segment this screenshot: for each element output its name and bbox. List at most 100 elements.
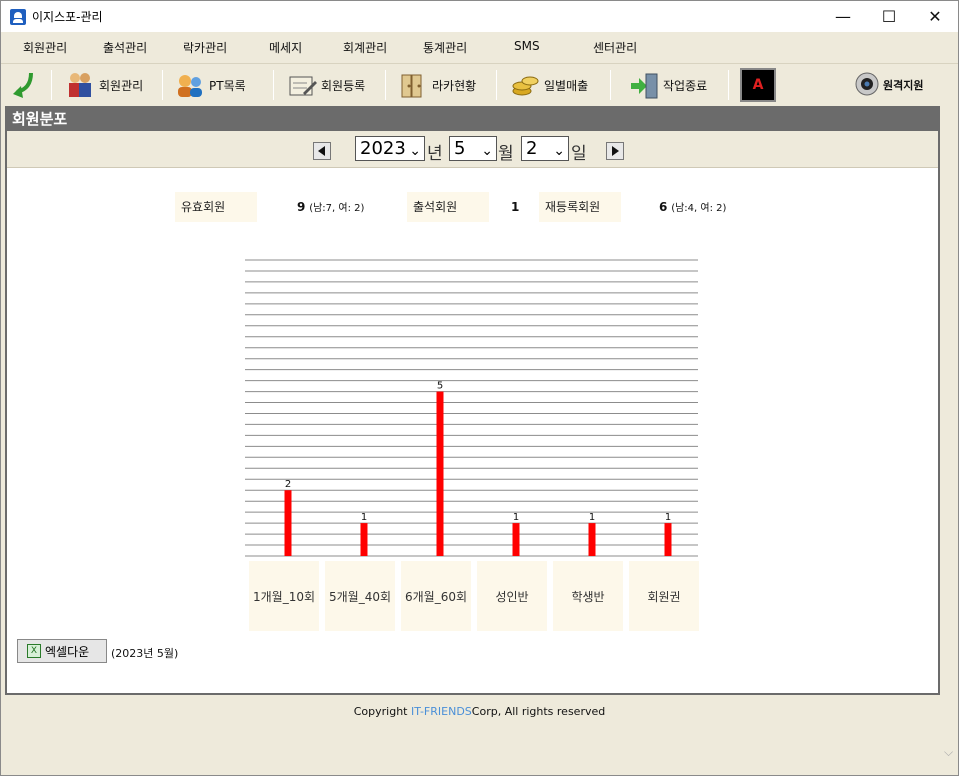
daily-sales-button-label: 일별매출 [544, 78, 589, 93]
category-label: 1개월_10회 [249, 561, 319, 631]
bar-value-label: 1 [513, 512, 519, 523]
day-unit: 일 [571, 144, 587, 164]
bar-value-label: 1 [589, 512, 595, 523]
minimize-button[interactable]: — [820, 1, 866, 32]
day-select[interactable]: 2 ⌄ [521, 136, 569, 161]
bar-value-label: 1 [361, 512, 367, 523]
menu-center[interactable]: 센터관리 [593, 39, 637, 56]
copyright-footer: Copyright IT-FRIENDSCorp, All rights res… [1, 705, 958, 718]
menu-statistics[interactable]: 통계관리 [423, 39, 467, 56]
bar-value-label: 5 [437, 381, 443, 392]
toolbar: 회원관리 PT목록 회원등록 라카현황 일별매출 작업종료 A 원격지원 [1, 63, 958, 105]
webcam-icon [855, 72, 879, 96]
a-badge-label: A [752, 77, 764, 93]
category-label: 성인반 [477, 561, 547, 631]
remote-support-button[interactable]: 원격지원 [854, 69, 923, 101]
green-arrow-icon [13, 72, 33, 98]
pt-list-button-label: PT목록 [209, 78, 246, 93]
month-select-value: 5 [454, 138, 466, 159]
a-badge-button[interactable]: A [740, 68, 776, 102]
locker-icon [401, 74, 422, 98]
attending-members-label: 출석회원 [407, 192, 489, 222]
locker-status-button[interactable]: 라카현황 [398, 69, 476, 101]
attending-members-value: 1 [511, 200, 520, 214]
panel-title: 회원분포 [7, 108, 938, 131]
copyright-prefix: Copyright [353, 705, 411, 718]
category-label: 학생반 [553, 561, 623, 631]
category-label: 5개월_40회 [325, 561, 395, 631]
menu-bar: 회원관리 출석관리 락카관리 메세지 회계관리 통계관리 SMS 센터관리 [1, 32, 958, 61]
maximize-button[interactable]: ☐ [866, 1, 912, 32]
close-button[interactable]: ✕ [912, 1, 958, 32]
members-icon [69, 73, 91, 97]
chart-bar [360, 523, 368, 556]
year-select[interactable]: 2023 ⌄ [355, 136, 425, 161]
members-button-label: 회원관리 [99, 78, 144, 93]
copyright-brand: IT-FRIENDS [411, 705, 472, 718]
register-button-label: 회원등록 [321, 78, 366, 93]
chart-bar [284, 490, 292, 556]
copyright-suffix: Corp, All rights reserved [471, 705, 606, 718]
year-unit: 년 [427, 144, 443, 164]
month-select[interactable]: 5 ⌄ [449, 136, 497, 161]
category-label: 회원권 [629, 561, 699, 631]
register-icon [289, 76, 317, 96]
locker-status-button-label: 라카현황 [432, 78, 477, 93]
reregistered-members-value: 6 (남:4, 여: 2) [659, 200, 727, 214]
menu-accounting[interactable]: 회계관리 [343, 39, 387, 56]
app-window: 이지스포-관리 — ☐ ✕ 회원관리 출석관리 락카관리 메세지 회계관리 통계… [0, 0, 959, 776]
month-unit: 월 [498, 144, 514, 164]
valid-members-label: 유효회원 [175, 192, 257, 222]
app-logo-icon [10, 8, 26, 25]
chart-bar [512, 523, 520, 556]
reregistered-members-label: 재등록회원 [539, 192, 621, 222]
member-distribution-chart: 2 1 5 1 1 1 [245, 259, 698, 557]
window-controls: — ☐ ✕ [820, 1, 958, 32]
excel-period-note: (2023년 5월) [111, 647, 179, 660]
chart-bar [664, 523, 672, 556]
excel-download-button[interactable]: X 엑셀다운 [17, 639, 107, 663]
bar-value-label: 1 [665, 512, 671, 523]
category-label: 6개월_60회 [401, 561, 471, 631]
excel-download-label: 엑셀다운 [45, 644, 90, 659]
year-select-value: 2023 [360, 138, 406, 159]
pt-list-button[interactable]: PT목록 [175, 69, 246, 101]
member-distribution-panel: 회원분포 2023 ⌄ 년 5 ⌄ 월 2 ⌄ 일 유효회원 9 (남:7, 여… [5, 106, 940, 695]
exit-button[interactable]: 작업종료 [629, 69, 707, 101]
chevron-down-icon: ⌄ [481, 143, 493, 159]
members-button[interactable]: 회원관리 [65, 69, 143, 101]
daily-sales-button[interactable]: 일별매출 [510, 69, 588, 101]
menu-members[interactable]: 회원관리 [23, 39, 67, 56]
chart-gridlines [245, 259, 698, 557]
excel-icon: X [27, 644, 41, 658]
date-selector-bar: 2023 ⌄ 년 5 ⌄ 월 2 ⌄ 일 [7, 131, 938, 168]
menu-locker[interactable]: 락카관리 [183, 39, 227, 56]
day-select-value: 2 [526, 138, 538, 159]
stats-row: 유효회원 9 (남:7, 여: 2) 출석회원 1 재등록회원 6 (남:4, … [175, 192, 773, 222]
pt-people-icon [178, 75, 202, 97]
chevron-down-icon: ⌄ [553, 143, 565, 159]
title-bar: 이지스포-관리 — ☐ ✕ [1, 1, 958, 32]
remote-support-label: 원격지원 [883, 79, 924, 92]
back-button[interactable] [11, 69, 39, 101]
scroll-down-icon[interactable]: ⌵ [944, 745, 953, 760]
menu-sms[interactable]: SMS [514, 39, 540, 53]
chart-bar [588, 523, 596, 556]
prev-date-button[interactable] [313, 142, 331, 160]
chart-data-labels: 2 1 5 1 1 1 [285, 381, 671, 524]
next-date-button[interactable] [606, 142, 624, 160]
triangle-left-icon [318, 146, 325, 156]
menu-message[interactable]: 메세지 [269, 39, 302, 56]
window-title: 이지스포-관리 [32, 10, 103, 24]
chart-bar [436, 391, 444, 556]
register-button[interactable]: 회원등록 [287, 69, 365, 101]
exit-button-label: 작업종료 [663, 78, 708, 93]
menu-attendance[interactable]: 출석관리 [103, 39, 147, 56]
triangle-right-icon [612, 146, 619, 156]
chart-bars [284, 391, 672, 556]
exit-door-icon [631, 73, 658, 99]
coins-icon [512, 76, 539, 96]
bar-value-label: 2 [285, 479, 291, 490]
chevron-down-icon: ⌄ [409, 143, 421, 159]
valid-members-value: 9 (남:7, 여: 2) [297, 200, 365, 214]
